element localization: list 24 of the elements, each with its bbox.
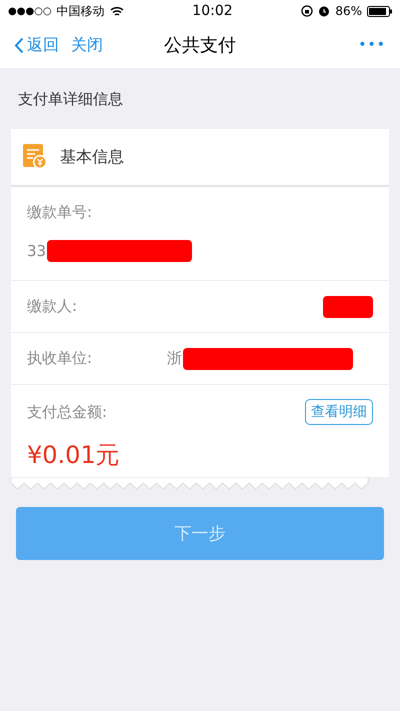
wifi-icon <box>110 6 124 16</box>
clock-time: 10:02 <box>192 3 233 19</box>
section-title: 支付单详细信息 <box>18 90 123 108</box>
battery-percent: 86% <box>335 4 362 18</box>
close-button[interactable]: 关闭 <box>71 34 103 56</box>
total-label: 支付总金额: <box>27 402 108 422</box>
field-value: 浙 <box>167 349 182 368</box>
alarm-clock-icon <box>318 5 330 17</box>
signal-strength: ●●●○○ <box>8 6 52 16</box>
field-value: 33 <box>27 242 46 260</box>
card-title: 基本信息 <box>60 146 124 168</box>
view-details-button[interactable]: 查看明细 <box>305 399 373 425</box>
field-label: 缴款单号: <box>27 203 92 222</box>
field-label: 执收单位: <box>27 349 94 368</box>
total-amount: ¥0.01元 <box>27 440 121 471</box>
battery-icon <box>366 6 392 16</box>
field-label: 缴款人: <box>27 297 78 316</box>
chevron-left-icon <box>14 36 24 54</box>
more-button[interactable]: ••• <box>358 37 386 53</box>
carrier-name: 中国移动 <box>56 2 105 20</box>
rotation-lock-icon <box>301 5 314 17</box>
page-title: 公共支付 <box>164 34 236 57</box>
back-button[interactable]: 返回 <box>14 34 59 56</box>
bill-yuan-icon <box>23 144 48 170</box>
